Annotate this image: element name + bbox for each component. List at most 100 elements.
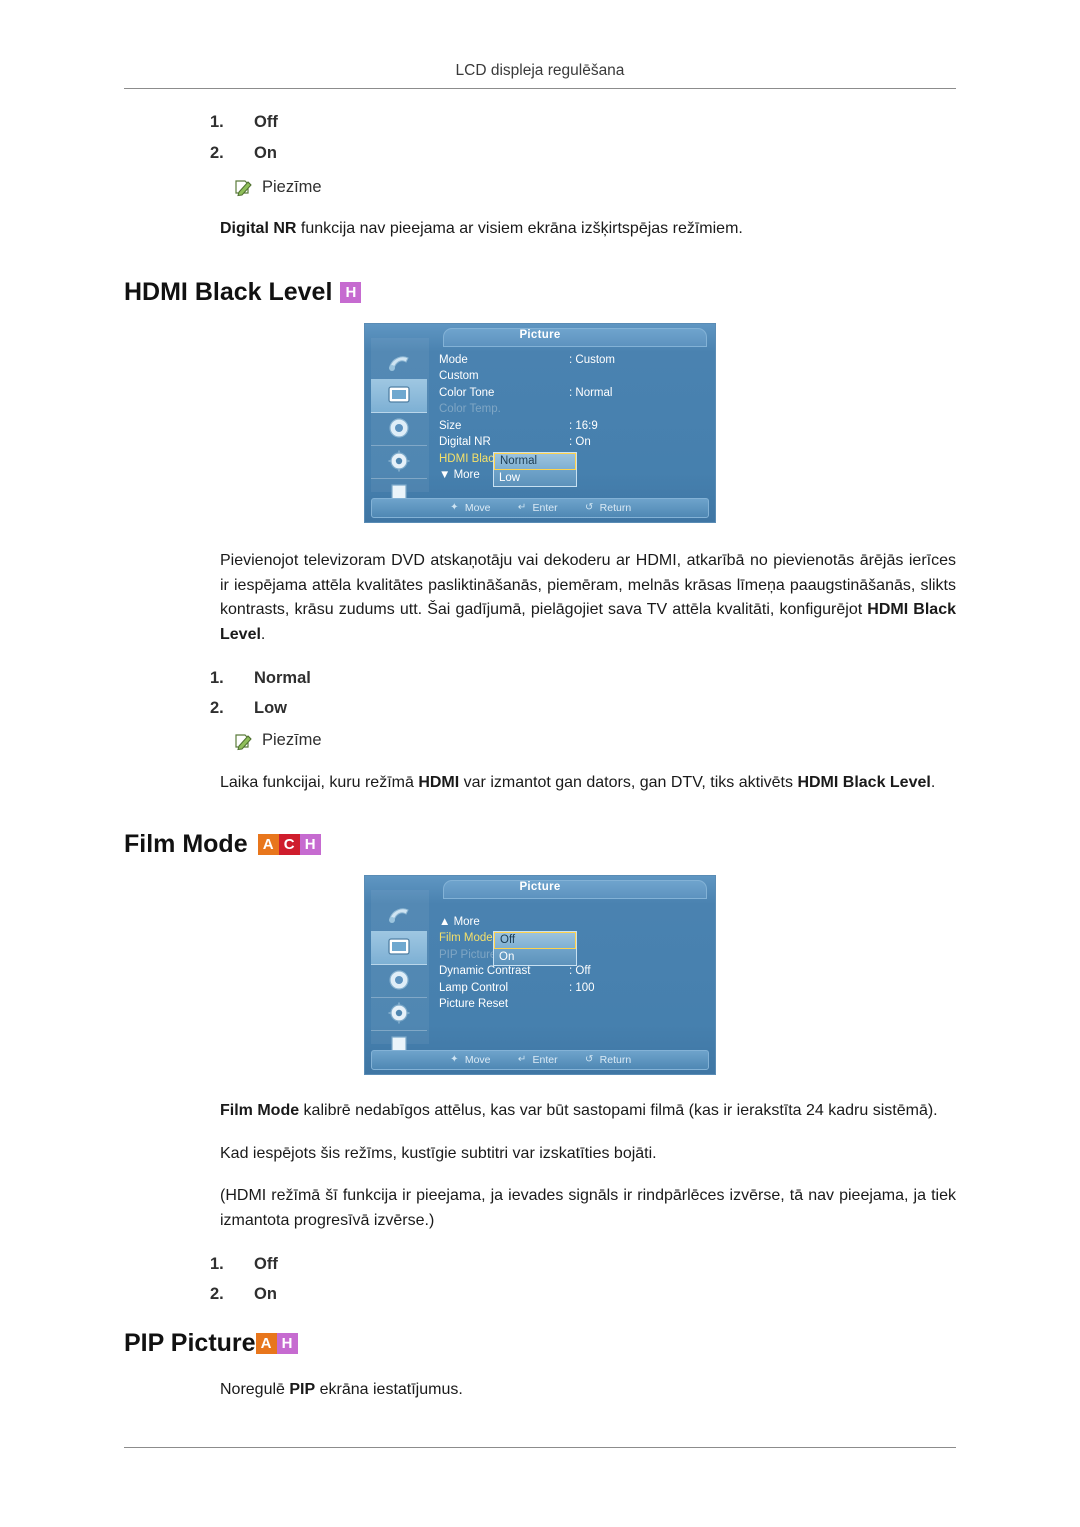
osd-row-label: Picture Reset — [439, 998, 509, 1011]
osd-icon-picture[interactable] — [371, 378, 427, 413]
note-part-bold: HDMI Black Level — [797, 773, 931, 791]
move-icon: ✦ — [450, 1054, 459, 1066]
osd-footer-label: Return — [599, 501, 632, 514]
osd-icon-picture[interactable] — [371, 930, 427, 965]
osd-row-disabled: Color Temp. — [439, 403, 709, 420]
osd-icon-sound[interactable] — [371, 412, 427, 446]
osd-dropdown-item-selected[interactable]: Normal — [494, 452, 576, 470]
gear-icon — [386, 449, 412, 473]
document-page: LCD displeja regulēšana 1. Off 2. On Pie — [0, 0, 1080, 1527]
note-part: . — [930, 773, 936, 791]
list-item-label: Normal — [254, 668, 311, 687]
osd-row[interactable]: Mode : Custom — [439, 354, 709, 371]
osd-footer: ✦ Move ↵ Enter ↺ Return — [371, 497, 709, 518]
return-icon: ↺ — [584, 1054, 594, 1066]
gear-icon — [386, 1001, 412, 1025]
speaker-icon — [386, 416, 412, 440]
osd-row[interactable]: Picture Reset — [439, 998, 709, 1015]
section-title-text: HDMI Black Level — [124, 277, 333, 306]
enter-icon: ↵ — [517, 1054, 527, 1066]
osd-row-label: Dynamic Contrast — [439, 965, 531, 978]
osd-icon-input[interactable] — [371, 346, 427, 380]
osd-row-label: ▲ More — [439, 915, 480, 928]
header-divider — [124, 88, 956, 89]
picture-icon — [386, 383, 412, 407]
plug-icon — [386, 350, 412, 374]
osd-row-label: Film Mode — [439, 932, 493, 945]
osd-dropdown-film-mode[interactable]: Off On — [493, 930, 577, 966]
osd-footer-label: Enter — [532, 501, 558, 514]
osd-row-label: Color Tone — [439, 386, 495, 399]
page-header: LCD displeja regulēšana — [455, 62, 625, 79]
osd-dropdown-item[interactable]: Low — [494, 469, 576, 486]
osd-dropdown-item-selected[interactable]: Off — [494, 931, 576, 949]
osd-footer-return: ↺ Return — [584, 501, 632, 514]
osd-footer-move: ✦ Move — [449, 1054, 490, 1066]
osd-row[interactable]: Size: 16:9 — [439, 420, 709, 437]
film-mode-paragraph-3: (HDMI režīmā šī funkcija ir pieejama, ja… — [220, 1184, 956, 1234]
osd-dropdown-hdmi-black-level[interactable]: Normal Low — [493, 451, 577, 487]
tag-h-icon: H — [276, 1332, 298, 1354]
osd-row[interactable]: Dynamic Contrast : Off — [439, 965, 709, 982]
osd-row-label: Mode — [439, 353, 468, 366]
pip-text-post: ekrāna iestatījumus. — [315, 1380, 463, 1398]
osd-row-label: Lamp Control — [439, 981, 509, 994]
list-item-number: 1. — [210, 113, 224, 131]
osd-row[interactable]: Color Tone : Normal — [439, 387, 709, 404]
tag-a-icon: A — [255, 1332, 277, 1354]
osd-row-label: PIP Picture — [439, 948, 497, 961]
hdmi-body-text: Pievienojot televizoram DVD atskaņotāju … — [220, 551, 956, 619]
list-item: 1. Off — [124, 1256, 956, 1273]
osd-icon-setup[interactable] — [371, 997, 427, 1031]
film-mode-text: Kad iespējots šis režīms, kustīgie subti… — [220, 1144, 657, 1162]
page-content: 1. Off 2. On Piezīme Digital NR funkcija… — [124, 110, 956, 1403]
osd-row-label: Size — [439, 419, 462, 432]
osd-footer-move: ✦ Move — [449, 501, 491, 514]
list-item-number: 1. — [210, 1254, 224, 1273]
osd-icon-setup[interactable] — [371, 445, 427, 479]
osd-footer-label: Return — [599, 1053, 632, 1066]
plug-icon — [386, 902, 412, 926]
tag-a-icon: A — [257, 833, 279, 855]
hdmi-body-end: . — [260, 626, 266, 644]
osd-row[interactable]: Digital NR : On — [439, 436, 709, 453]
osd-footer-label: Enter — [532, 1053, 558, 1066]
note-block-hdmi: Piezīme — [234, 731, 956, 751]
list-item-label: On — [254, 1285, 277, 1304]
list-item-number: 1. — [210, 668, 224, 687]
tag-h-icon: H — [340, 281, 362, 303]
note-part-bold: HDMI — [418, 773, 460, 791]
list-item: 1. Off — [124, 114, 956, 131]
list-item-number: 2. — [210, 143, 224, 162]
picture-icon — [386, 935, 412, 959]
note-label: Piezīme — [262, 731, 322, 750]
note-pencil-icon — [234, 731, 254, 751]
hdmi-note-paragraph: Laika funkcijai, kuru režīmā HDMI var iz… — [220, 771, 956, 796]
osd-footer-enter: ↵ Enter — [517, 1054, 558, 1066]
section-title-pip-picture: PIP Picture A H — [124, 1329, 956, 1358]
osd-footer-return: ↺ Return — [584, 1053, 632, 1066]
osd-footer-label: Move — [464, 501, 491, 514]
list-item: 2. Low — [124, 700, 956, 717]
osd-row-value: : On — [569, 436, 591, 449]
return-icon: ↺ — [584, 502, 594, 514]
note1-rest: funkcija nav pieejama ar visiem ekrāna i… — [296, 220, 743, 237]
osd-row-value: : Custom — [569, 353, 616, 366]
tag-h-icon: H — [299, 833, 321, 855]
osd-row-label: Digital NR — [439, 436, 491, 449]
note-pencil-icon — [234, 177, 254, 197]
list-item-label: Off — [254, 113, 278, 131]
osd-row-value: : Normal — [569, 386, 613, 399]
osd-row[interactable]: Custom — [439, 370, 709, 387]
osd-icon-input[interactable] — [371, 898, 427, 932]
move-icon: ✦ — [450, 502, 459, 514]
osd-icon-sound[interactable] — [371, 964, 427, 998]
osd-screenshot-hdmi-black-level: Picture Mode: Custom Custom Color Tone … — [364, 322, 716, 523]
osd-dropdown-item[interactable]: On — [494, 948, 576, 965]
pip-text-pre: Noregulē — [220, 1380, 290, 1398]
speaker-icon — [386, 968, 412, 992]
osd-row-value: : Off — [569, 965, 591, 978]
section-title-text: Film Mode — [124, 829, 248, 858]
list-item-number: 2. — [210, 699, 224, 718]
osd-row[interactable]: Lamp Control: 100 — [439, 982, 709, 999]
